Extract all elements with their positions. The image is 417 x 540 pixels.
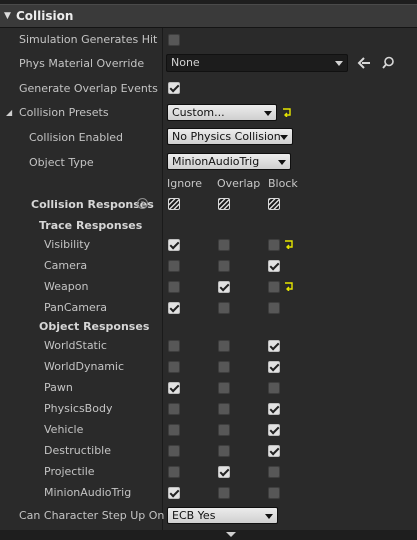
column-header-overlap: Overlap	[217, 177, 261, 190]
reset-to-default-icon[interactable]	[284, 282, 294, 291]
block-checkbox[interactable]	[268, 466, 280, 478]
collision-enabled-value: No Physics Collision	[172, 130, 280, 143]
block-checkbox[interactable]	[268, 403, 280, 415]
overlap-checkbox[interactable]	[218, 403, 230, 415]
overlap-events-checkbox[interactable]	[168, 82, 180, 94]
ignore-checkbox[interactable]	[168, 403, 180, 415]
collision-presets-label: Collision Presets	[19, 106, 109, 119]
sim-hit-events-checkbox[interactable]	[168, 34, 180, 46]
overlap-events-label: Generate Overlap Events	[19, 82, 158, 95]
column-header-block: Block	[268, 177, 298, 190]
chevron-down-icon	[264, 111, 272, 116]
step-up-on-dropdown[interactable]: ECB Yes	[167, 507, 278, 524]
reset-to-default-icon[interactable]	[284, 240, 294, 249]
sim-hit-events-label: Simulation Generates Hit Events	[19, 33, 160, 46]
ignore-checkbox[interactable]	[168, 260, 180, 272]
section-title: Collision	[16, 9, 74, 23]
response-row-label: Projectile	[44, 465, 95, 478]
step-up-on-label: Can Character Step Up On	[19, 509, 165, 522]
block-checkbox[interactable]	[268, 424, 280, 436]
ignore-checkbox[interactable]	[168, 445, 180, 457]
overlap-checkbox[interactable]	[218, 302, 230, 314]
response-row-label: Visibility	[44, 238, 91, 251]
response-row-label: Pawn	[44, 381, 73, 394]
all-ignore-checkbox[interactable]	[168, 198, 180, 210]
phys-material-dropdown[interactable]: None	[166, 54, 348, 72]
advanced-expander[interactable]	[0, 530, 417, 540]
chevron-down-icon	[265, 514, 273, 519]
collision-enabled-dropdown[interactable]: No Physics Collision	[167, 128, 293, 145]
collapse-arrow-icon[interactable]: ▼	[4, 11, 11, 21]
all-block-checkbox[interactable]	[268, 198, 280, 210]
response-row-label: PhysicsBody	[44, 402, 113, 415]
block-checkbox[interactable]	[268, 281, 280, 293]
column-divider[interactable]	[162, 28, 163, 530]
object-type-dropdown[interactable]: MinionAudioTrig	[167, 153, 291, 170]
overlap-checkbox[interactable]	[218, 445, 230, 457]
ignore-checkbox[interactable]	[168, 361, 180, 373]
block-checkbox[interactable]	[268, 340, 280, 352]
chevron-down-icon	[335, 61, 343, 66]
response-row-label: Camera	[44, 259, 88, 272]
ignore-checkbox[interactable]	[168, 487, 180, 499]
browse-search-icon[interactable]	[382, 56, 395, 69]
overlap-checkbox[interactable]	[218, 487, 230, 499]
overlap-checkbox[interactable]	[218, 281, 230, 293]
response-row-label: PanCamera	[44, 301, 108, 314]
ignore-checkbox[interactable]	[168, 281, 180, 293]
ignore-checkbox[interactable]	[168, 302, 180, 314]
chevron-down-icon	[278, 160, 286, 165]
block-checkbox[interactable]	[268, 382, 280, 394]
response-row-label: Vehicle	[44, 423, 84, 436]
column-header-ignore: Ignore	[167, 177, 202, 190]
overlap-checkbox[interactable]	[218, 340, 230, 352]
reset-to-default-icon[interactable]	[282, 108, 292, 117]
collision-presets-dropdown[interactable]: Custom...	[167, 104, 277, 121]
overlap-checkbox[interactable]	[218, 424, 230, 436]
block-checkbox[interactable]	[268, 487, 280, 499]
block-checkbox[interactable]	[268, 260, 280, 272]
collision-presets-value: Custom...	[172, 106, 225, 119]
ignore-checkbox[interactable]	[168, 466, 180, 478]
overlap-checkbox[interactable]	[218, 466, 230, 478]
expand-arrow-icon[interactable]: ◢	[6, 108, 12, 117]
block-checkbox[interactable]	[268, 445, 280, 457]
object-responses-label: Object Responses	[39, 320, 150, 333]
collision-responses-label: Collision Responses	[31, 198, 154, 211]
collision-section-header[interactable]: ▼ Collision	[0, 4, 417, 28]
overlap-checkbox[interactable]	[218, 260, 230, 272]
trace-responses-label: Trace Responses	[39, 219, 143, 232]
phys-material-label: Phys Material Override	[19, 57, 145, 70]
ignore-checkbox[interactable]	[168, 382, 180, 394]
block-checkbox[interactable]	[268, 302, 280, 314]
overlap-checkbox[interactable]	[218, 382, 230, 394]
ignore-checkbox[interactable]	[168, 239, 180, 251]
response-row-label: Weapon	[44, 280, 89, 293]
response-row-label: Destructible	[44, 444, 111, 457]
response-row-label: MinionAudioTrig	[44, 486, 132, 499]
chevron-down-icon[interactable]	[226, 532, 236, 537]
step-up-on-value: ECB Yes	[172, 509, 216, 522]
response-row-label: WorldStatic	[44, 339, 107, 352]
help-icon[interactable]: ?	[137, 198, 148, 209]
overlap-checkbox[interactable]	[218, 361, 230, 373]
ignore-checkbox[interactable]	[168, 424, 180, 436]
block-checkbox[interactable]	[268, 239, 280, 251]
use-selected-arrow-icon[interactable]	[357, 57, 371, 69]
overlap-checkbox[interactable]	[218, 239, 230, 251]
block-checkbox[interactable]	[268, 361, 280, 373]
phys-material-value: None	[171, 56, 200, 69]
response-row-label: WorldDynamic	[44, 360, 125, 373]
chevron-down-icon	[280, 135, 288, 140]
object-type-label: Object Type	[29, 156, 94, 169]
collision-enabled-label: Collision Enabled	[29, 131, 124, 144]
all-overlap-checkbox[interactable]	[218, 198, 230, 210]
object-type-value: MinionAudioTrig	[172, 155, 260, 168]
ignore-checkbox[interactable]	[168, 340, 180, 352]
